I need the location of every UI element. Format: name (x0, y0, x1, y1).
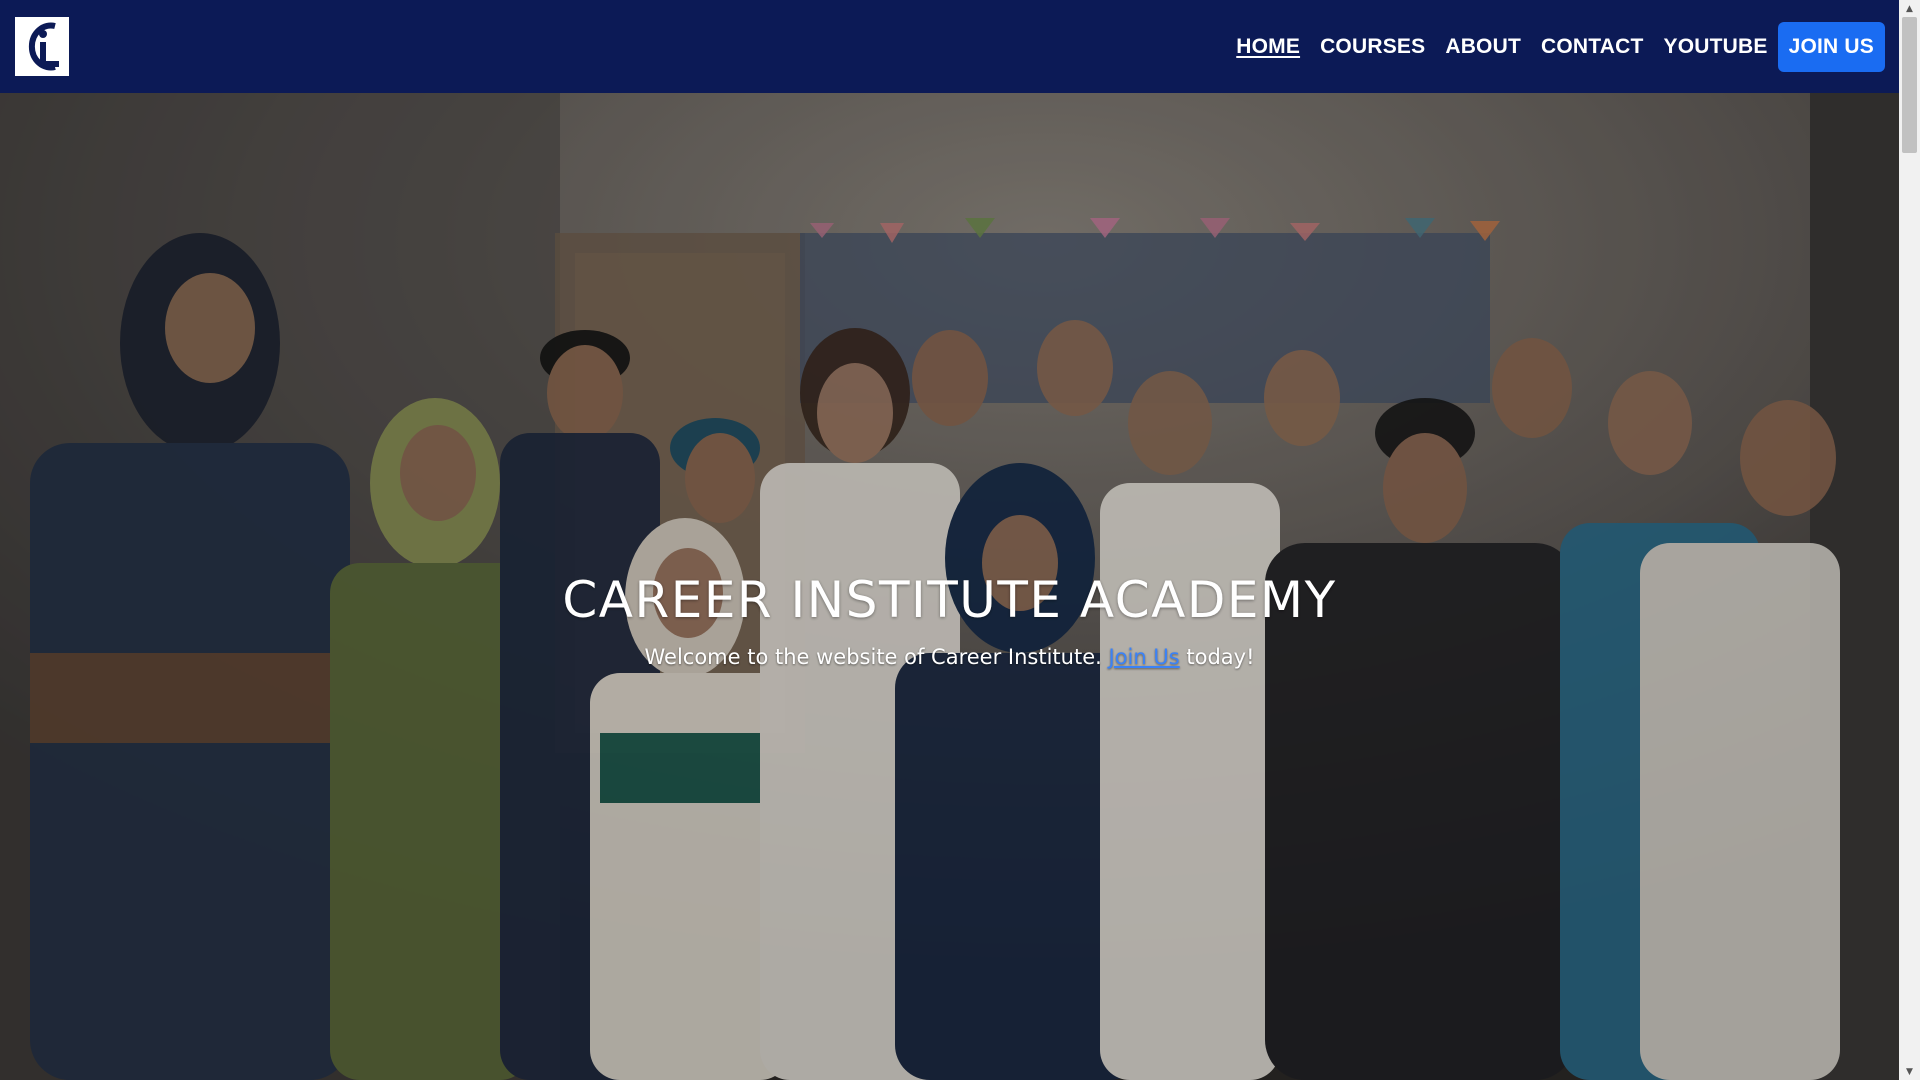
hero-subtitle-text: Welcome to the website of Career Institu… (644, 645, 1102, 669)
nav-link-contact[interactable]: CONTACT (1541, 35, 1644, 59)
scroll-down-arrow-icon[interactable]: ▼ (1899, 1063, 1920, 1080)
career-institute-logo-icon[interactable] (15, 17, 69, 76)
scroll-up-arrow-icon[interactable]: ▲ (1899, 0, 1920, 17)
navbar: HOME COURSES ABOUT CONTACT YOUTUBE JOIN … (0, 0, 1899, 93)
hero-subtitle-end: today! (1186, 645, 1255, 669)
nav-link-about[interactable]: ABOUT (1445, 35, 1521, 59)
nav-link-youtube[interactable]: YOUTUBE (1664, 35, 1768, 59)
nav-link-courses[interactable]: COURSES (1320, 35, 1425, 59)
hero-join-us-link[interactable]: Join Us (1109, 645, 1180, 669)
hero-text: CAREER INSTITUTE ACADEMY Welcome to the … (0, 571, 1899, 669)
hero-title: CAREER INSTITUTE ACADEMY (562, 571, 1337, 629)
hero-section: CAREER INSTITUTE ACADEMY Welcome to the … (0, 93, 1899, 1080)
nav-link-home[interactable]: HOME (1236, 35, 1300, 59)
join-us-button[interactable]: JOIN US (1777, 21, 1885, 72)
scrollbar-thumb[interactable] (1902, 17, 1917, 153)
hero-subtitle: Welcome to the website of Career Institu… (0, 645, 1899, 669)
nav-links: HOME COURSES ABOUT CONTACT YOUTUBE JOIN … (1216, 21, 1885, 72)
page-scrollbar[interactable]: ▲ ▼ (1899, 0, 1920, 1080)
